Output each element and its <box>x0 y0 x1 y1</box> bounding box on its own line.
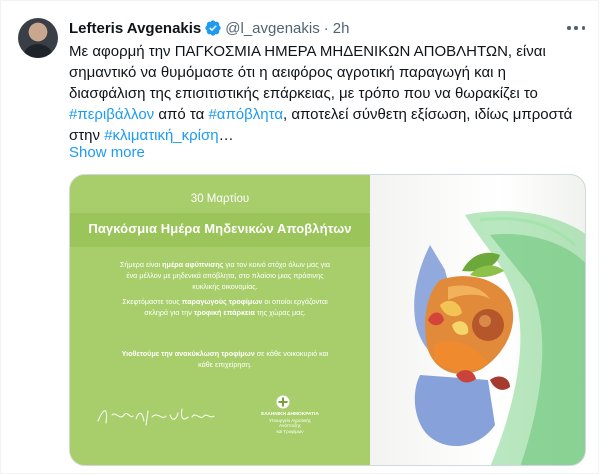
tweet-text-line: Με αφορμή την ΠΑΓΚΟΣΜΙΑ ΗΜΕΡΑ ΜΗΔΕΝΙΚΩΝ … <box>69 43 546 60</box>
food-waste-illustration <box>414 211 585 465</box>
tweet-text-line: σημαντικό να θυμόμαστε ότι η αειφόρος αγ… <box>69 64 506 81</box>
ministry-line: Υπουργείο Αγροτικής Ανάπτυξης <box>268 417 312 429</box>
tweet-text: Με αφορμή την ΠΑΓΚΟΣΜΙΑ ΗΜΕΡΑ ΜΗΔΕΝΙΚΩΝ … <box>69 41 594 146</box>
tweet-text-line: διασφάλιση της επισιτιστικής επάρκειας, … <box>69 85 538 102</box>
poster-text-bold: Υιοθετούμε την ανακύκλωση τροφίμων <box>121 349 255 358</box>
tweet-text-line: #περιβάλλον από τα #απόβλητα, αποτελεί σ… <box>69 104 594 125</box>
tweet-text-fragment: από τα <box>154 106 209 123</box>
poster-text: οι οποίοι εργάζονται <box>262 297 328 306</box>
poster-text: κάθε επιχείρηση. <box>198 360 252 369</box>
poster-text-bold: ημέρα αφύπνισης <box>162 260 224 269</box>
poster-text: Σκεφτόμαστε τους <box>122 297 182 306</box>
tweet-text-fragment: … <box>218 127 234 144</box>
tweet-media-image[interactable]: 30 Μαρτίου Παγκόσμια Ημέρα Μηδενικών Απο… <box>69 174 586 466</box>
poster-paragraph: Υιοθετούμε την ανακύκλωση τροφίμων σε κά… <box>84 348 366 370</box>
show-more-link[interactable]: Show more <box>69 142 145 163</box>
author-handle[interactable]: @l_avgenakis <box>225 20 319 37</box>
poster-text: ένα μέλλον με μηδενικά απόβλητα, στο πλα… <box>126 271 324 280</box>
poster-text: της χώρας μας. <box>254 308 306 317</box>
tweet-text-fragment: , αποτελεί σύνθετη εξίσωση, ιδίως μπροστ… <box>283 106 573 123</box>
poster-text: σκληρά για την <box>144 308 194 317</box>
poster-text-panel: 30 Μαρτίου Παγκόσμια Ημέρα Μηδενικών Απο… <box>70 175 370 465</box>
poster-text: Σήμερα είναι <box>119 260 163 269</box>
poster-paragraph: Σήμερα είναι ημέρα αφύπνισης για τον κοι… <box>84 259 366 292</box>
poster-date: 30 Μαρτίου <box>190 193 250 205</box>
author-name[interactable]: Lefteris Avgenakis <box>69 20 201 37</box>
hashtag-link[interactable]: #περιβάλλον <box>69 106 154 123</box>
poster-text-bold: τροφική επάρκεια <box>193 308 255 317</box>
ministry-line: και Τροφίμων <box>276 428 304 434</box>
ministry-caption: ΕΛΛΗΝΙΚΗ ΔΗΜΟΚΡΑΤΙΑ Υπουργείο Αγροτικής … <box>260 412 320 434</box>
poster-title: Παγκόσμια Ημέρα Μηδενικών Αποβλήτων <box>88 221 352 236</box>
poster-text: για τον κοινό στόχο όλων μας για <box>223 260 331 269</box>
handwritten-signature <box>97 408 215 426</box>
header-separator: · <box>323 19 329 37</box>
tweet-header: Lefteris Avgenakis @l_avgenakis · 2h <box>69 18 349 38</box>
avatar[interactable] <box>18 18 58 58</box>
verified-badge-icon <box>205 20 221 36</box>
poster-text: κυκλικής οικονομίας. <box>192 282 258 291</box>
food-waste-photo <box>370 175 585 465</box>
poster-paragraph: Σκεφτόμαστε τους παραγωγούς τροφίμων οι … <box>84 296 366 318</box>
tweet-text-line: στην #κλιματική_κρίση… <box>69 125 594 146</box>
tweet-timestamp[interactable]: 2h <box>333 20 350 37</box>
poster-text: σε κάθε νοικοκυριό και <box>254 349 329 358</box>
greek-emblem-icon <box>276 395 290 409</box>
more-options-icon[interactable] <box>567 19 585 37</box>
tweet-card[interactable]: Lefteris Avgenakis @l_avgenakis · 2h Με … <box>0 0 599 474</box>
hashtag-link[interactable]: #απόβλητα <box>208 106 283 123</box>
poster-text-bold: παραγωγούς τροφίμων <box>181 297 263 306</box>
